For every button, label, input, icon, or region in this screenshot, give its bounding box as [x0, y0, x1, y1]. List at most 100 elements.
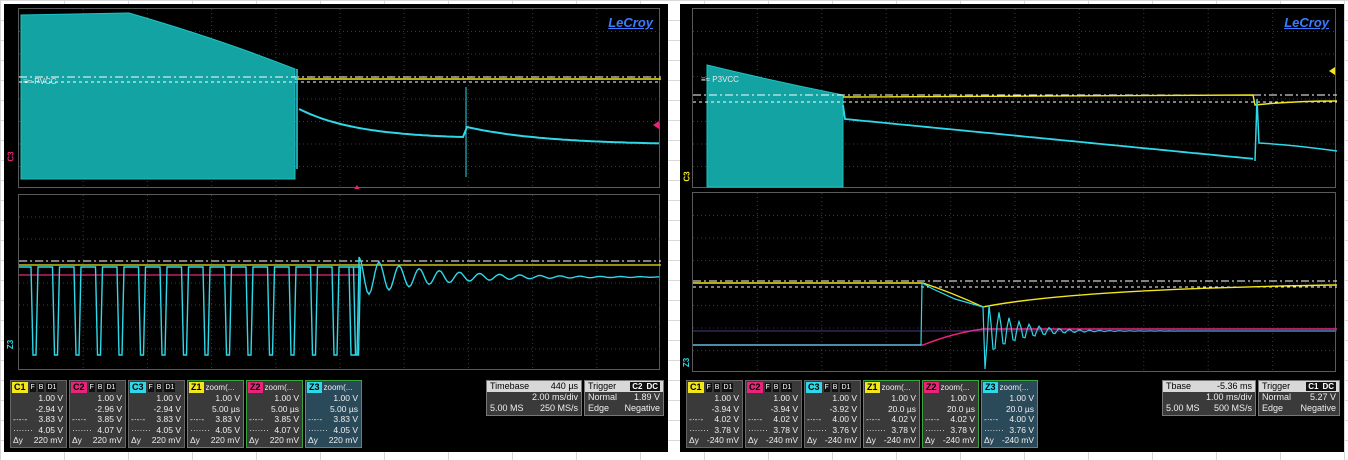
descriptor-c2[interactable]: C2 F B D1 1.00 V -2.96 V -·-·- 3.85 V ······· 4.0… — [69, 380, 126, 448]
descriptor-row-value: -2.94 V — [153, 403, 181, 414]
descriptor-flag: F — [88, 382, 95, 392]
descriptor-row-value: 3.76 V — [1009, 424, 1034, 435]
descriptor-row: 1.00 V — [923, 393, 978, 404]
descriptor-tag: C3 — [130, 381, 146, 393]
descriptor-header: C1 F B D1 — [11, 381, 66, 393]
descriptor-row-value: 1.00 V — [97, 393, 122, 403]
descriptor-header: Z1 zoom(... — [188, 381, 243, 393]
trigger-box[interactable]: Trigger C1 DC Normal 5.27 V Edge Negative — [1258, 380, 1340, 416]
descriptor-c3[interactable]: C3 F B D1 1.00 V -3.92 V -·-·- 4.00 V ······· 3.7… — [804, 380, 861, 448]
descriptor-row: 1.00 V — [805, 393, 860, 404]
descriptor-row-value: -3.92 V — [829, 403, 857, 414]
descriptor-c3[interactable]: C3 F B D1 1.00 V -2.94 V -·-·- 3.83 V ······· 4.0… — [128, 380, 185, 448]
descriptor-c1[interactable]: C1 F B D1 1.00 V -3.94 V -·-·- 4.02 V ······· 3.7… — [686, 380, 743, 448]
timebase-box[interactable]: Tbase -5.36 ms 1.00 ms/div 5.00 MS 500 MS/… — [1162, 380, 1256, 416]
descriptor-row-key: -·-·- — [131, 414, 146, 424]
trigger-box[interactable]: Trigger C2 DC Normal 1.89 V Edge Negative — [584, 380, 664, 416]
descriptor-title: zoom(... — [940, 382, 970, 392]
descriptor-title: zoom(... — [999, 382, 1029, 392]
descriptor-bar: C1 F B D1 1.00 V -2.94 V -·-·- 3.83 V ······· 4.0… — [4, 376, 668, 452]
descriptor-row: -·-·- 4.02 V — [923, 414, 978, 425]
descriptor-row-key: Δy — [131, 435, 141, 445]
descriptor-row-key: -·-·- — [249, 414, 264, 424]
descriptor-z2[interactable]: Z2 zoom(... 1.00 V 5.00 µs -·-·- 3.85 V ······… — [246, 380, 303, 448]
channel-c3-recovery — [1254, 98, 1337, 162]
descriptor-row: 1.00 V — [11, 393, 66, 404]
descriptor-row: Δy -240 mV — [687, 435, 742, 446]
descriptor-row-key: Δy — [308, 435, 318, 445]
lecroy-logo: LeCroy — [608, 15, 653, 30]
descriptor-c1[interactable]: C1 F B D1 1.00 V -2.94 V -·-·- 3.83 V ······· 4.0… — [10, 380, 67, 448]
descriptor-title: zoom(... — [264, 382, 294, 392]
descriptor-row: -·-·- 3.83 V — [306, 414, 361, 425]
descriptor-tag: Z3 — [983, 381, 998, 393]
descriptor-row: -·-·- 4.00 V — [805, 414, 860, 425]
descriptor-row-value: 4.02 V — [773, 414, 798, 424]
descriptor-c2[interactable]: C2 F B D1 1.00 V -3.94 V -·-·- 4.02 V ······· 3.7… — [745, 380, 802, 448]
descriptor-flag: D1 — [781, 382, 793, 392]
trigger-position-marker — [354, 185, 360, 189]
waveform-grid-bottom — [692, 192, 1337, 373]
scope-screenshot-right: LeCroy ≡≈ P3VCC C3 Z3 C1 F B D1 1.00 V -3.94 … — [680, 4, 1344, 452]
descriptor-row: Δy 220 mV — [306, 435, 361, 446]
descriptor-row: ······· 3.76 V — [982, 425, 1037, 436]
descriptor-row-key: Δy — [13, 435, 23, 445]
descriptor-row: ······· 4.07 V — [247, 425, 302, 436]
timebase-per-div: 2.00 ms/div — [531, 392, 578, 402]
descriptor-flag: D1 — [105, 382, 117, 392]
descriptor-row-value: 3.83 V — [333, 414, 358, 424]
waveform-plot-top — [19, 9, 661, 189]
trigger-mode: Normal — [1262, 392, 1292, 402]
timebase-label: Timebase — [490, 381, 530, 391]
timebase-box[interactable]: Timebase 440 µs 2.00 ms/div 5.00 MS 250 MS… — [486, 380, 582, 416]
descriptor-row: ······· 4.05 V — [11, 425, 66, 436]
descriptor-tag: C1 — [12, 381, 28, 393]
descriptor-z3[interactable]: Z3 zoom(... 1.00 V 20.0 µs -·-·- 4.00 V ······… — [981, 380, 1038, 448]
timebase-delay: -5.36 ms — [1216, 381, 1252, 391]
descriptor-tag: C2 — [71, 381, 87, 393]
descriptor-row-value: 1.00 V — [714, 393, 739, 403]
descriptor-row-value: -240 mV — [765, 435, 798, 445]
descriptor-row-value: 20.0 µs — [887, 403, 916, 414]
descriptor-row-key: ······· — [925, 424, 945, 435]
descriptor-row: 1.00 V — [746, 393, 801, 404]
descriptor-row: Δy 220 mV — [70, 435, 125, 446]
descriptor-row-value: -2.94 V — [35, 403, 63, 414]
descriptor-header: C2 F B D1 — [70, 381, 125, 393]
descriptor-row-value: 20.0 µs — [946, 403, 975, 414]
descriptor-row-value: 1.00 V — [38, 393, 63, 403]
descriptor-row: 5.00 µs — [247, 404, 302, 415]
descriptor-row-value: 3.78 V — [950, 424, 975, 435]
descriptor-bar: C1 F B D1 1.00 V -3.94 V -·-·- 4.02 V ······· 3.7… — [680, 376, 1344, 452]
channel-c3-trace — [298, 108, 660, 145]
descriptor-row-key: ······· — [689, 424, 709, 435]
descriptor-row-value: 1.00 V — [1009, 393, 1034, 403]
descriptor-row: ······· 3.78 V — [923, 425, 978, 436]
descriptor-row-value: 1.00 V — [832, 393, 857, 403]
trigger-level-marker — [1329, 67, 1335, 75]
descriptor-row-key: ······· — [131, 424, 151, 435]
descriptor-row: Δy -240 mV — [864, 435, 919, 446]
waveform-grid-top: LeCroy ≡≈ P3VCC — [692, 8, 1337, 189]
trigger-level: 1.89 V — [633, 392, 660, 402]
descriptor-flag: B — [155, 382, 163, 392]
descriptor-z3[interactable]: Z3 zoom(... 1.00 V 5.00 µs -·-·- 3.83 V ······… — [305, 380, 362, 448]
trigger-source: C2 — [630, 382, 645, 391]
descriptor-row: 1.00 V — [70, 393, 125, 404]
descriptor-row-value: 4.02 V — [714, 414, 739, 424]
descriptor-row: 1.00 V — [306, 393, 361, 404]
descriptor-row-value: 3.78 V — [891, 424, 916, 435]
channel-c1-trace — [842, 94, 1337, 106]
descriptor-row-value: 1.00 V — [215, 393, 240, 403]
descriptor-z1[interactable]: Z1 zoom(... 1.00 V 20.0 µs -·-·- 4.02 V ······… — [863, 380, 920, 448]
descriptor-header: Z3 zoom(... — [306, 381, 361, 393]
descriptor-z2[interactable]: Z2 zoom(... 1.00 V 20.0 µs -·-·- 4.02 V ······… — [922, 380, 979, 448]
zoom-tag-bottom: Z3 — [682, 357, 692, 368]
descriptor-row-key: ······· — [249, 424, 269, 435]
descriptor-row-key: Δy — [689, 435, 699, 445]
descriptor-row-value: 1.00 V — [773, 393, 798, 403]
zoom-tag-bottom: Z3 — [6, 339, 16, 350]
descriptor-row-value: 20.0 µs — [1005, 403, 1034, 414]
descriptor-z1[interactable]: Z1 zoom(... 1.00 V 5.00 µs -·-·- 3.83 V ······… — [187, 380, 244, 448]
trigger-type: Edge — [1262, 403, 1284, 413]
